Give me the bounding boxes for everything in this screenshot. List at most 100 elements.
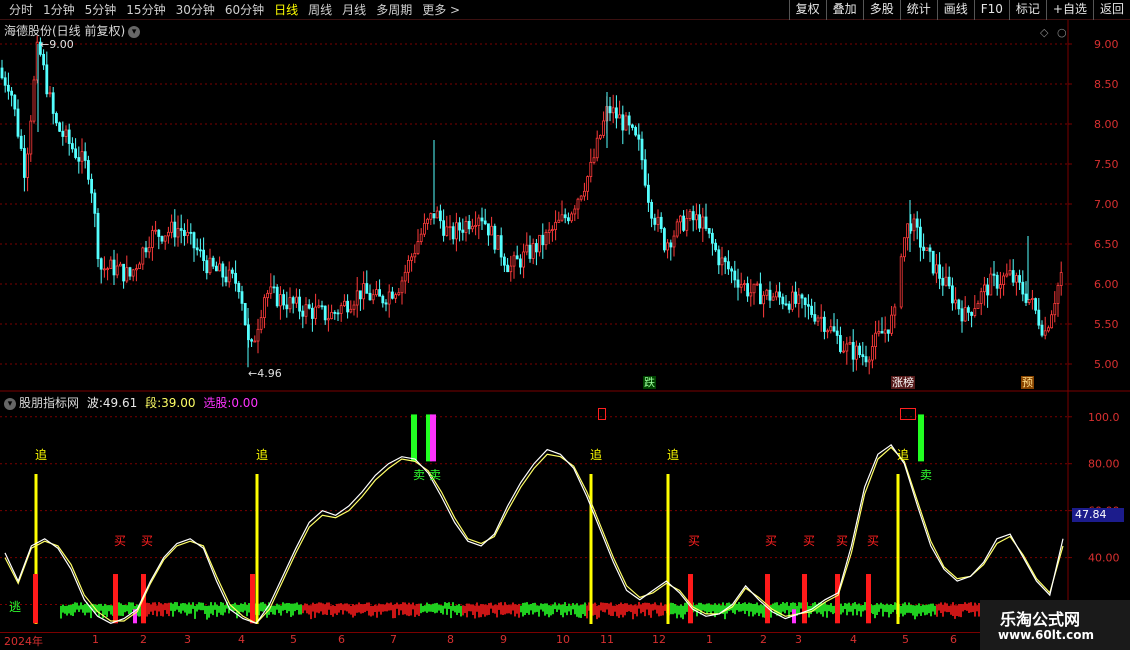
candle-body	[739, 284, 743, 288]
tag-forecast: 预	[1021, 376, 1034, 389]
circle-icon[interactable]: ○	[1057, 26, 1067, 40]
candle-body	[390, 291, 394, 299]
candle-body	[93, 192, 97, 214]
candle-body	[74, 148, 77, 158]
date-label: 2	[760, 633, 767, 646]
volume-band-bar	[392, 604, 394, 619]
volume-band-bar	[304, 603, 306, 611]
candle-body	[1018, 275, 1021, 283]
volume-band-bar	[124, 604, 126, 613]
volume-band-bar	[460, 605, 462, 617]
volume-band-bar	[798, 602, 800, 614]
volume-band-bar	[336, 603, 338, 616]
period-tab[interactable]: 分时	[4, 2, 38, 18]
candle-body	[643, 159, 647, 186]
indicator-title[interactable]: ▾ 股朋指标网 波:49.61 段:39.00 选股:0.00	[4, 394, 258, 411]
candle-body	[736, 279, 740, 288]
volume-band-bar	[390, 602, 392, 611]
candle-body	[461, 229, 465, 233]
candle-body	[915, 218, 919, 228]
period-tab[interactable]: 更多 >	[417, 2, 465, 18]
main-chart-title[interactable]: 海德股份(日线 前复权) ▾	[4, 22, 141, 39]
volume-band-bar	[744, 602, 746, 614]
top-toolbar: 分时 1分钟 5分钟 15分钟 30分钟 60分钟 日线 周线 月线 多周期 更多 > 复权 叠加 多股…	[0, 0, 1130, 20]
low-price-label: ←4.96	[248, 367, 282, 380]
diamond-icon[interactable]: ◇	[1040, 26, 1048, 40]
period-tab[interactable]: 1分钟	[38, 2, 80, 18]
volume-band-bar	[538, 605, 540, 617]
volume-band-bar	[682, 605, 684, 620]
volume-band-bar	[582, 604, 584, 615]
candle-body	[506, 264, 510, 273]
marker-box	[900, 408, 916, 420]
volume-band-bar	[504, 602, 506, 615]
volume-band-bar	[282, 602, 284, 611]
candle-body	[256, 328, 260, 342]
volume-band-bar	[184, 603, 186, 613]
volume-band-bar	[472, 604, 474, 616]
volume-band-bar	[914, 605, 916, 620]
candle-body	[784, 303, 788, 306]
volume-band-bar	[486, 605, 488, 616]
date-label: 8	[447, 633, 454, 646]
indicator-chart[interactable]: 100.080.0060.0040.0020.00	[0, 392, 1130, 632]
toolbar-button[interactable]: 标记	[1008, 0, 1046, 20]
buy-bar	[802, 574, 807, 624]
candle-body	[326, 318, 330, 321]
candle-body	[368, 292, 372, 301]
volume-band-bar	[176, 602, 178, 610]
candle-body	[874, 332, 877, 347]
volume-band-bar	[742, 603, 744, 611]
buy-bar	[866, 574, 871, 624]
period-tab[interactable]: 日线	[269, 2, 303, 18]
candle-body	[711, 232, 714, 244]
toolbar-button[interactable]: 画线	[936, 0, 974, 20]
period-tab[interactable]: 多周期	[371, 2, 417, 18]
candle-body	[192, 232, 196, 249]
volume-band-bar	[974, 602, 976, 617]
segment-label: 段:	[145, 396, 162, 410]
volume-band-bar	[624, 603, 626, 616]
price-tick-label: 6.50	[1094, 238, 1119, 251]
volume-band-bar	[84, 603, 86, 616]
volume-band-bar	[126, 605, 128, 612]
period-tab[interactable]: 5分钟	[80, 2, 122, 18]
period-tab[interactable]: 周线	[303, 2, 337, 18]
toolbar-button[interactable]: 返回	[1092, 0, 1130, 20]
candle-body	[477, 217, 481, 226]
kline-chart[interactable]: 9.00 8.50 8.00 7.50 7.00 6.50 6.00 5.50 5.00	[0, 20, 1130, 392]
toolbar-button[interactable]: +自选	[1045, 0, 1093, 20]
high-price-value: 9.00	[49, 38, 74, 51]
candle-body	[29, 120, 33, 155]
candle-body	[221, 263, 225, 278]
candle-body	[947, 276, 951, 287]
candle-body	[963, 307, 967, 322]
sell-bar	[430, 414, 436, 462]
toolbar-button[interactable]: 复权	[788, 0, 826, 20]
period-tab[interactable]: 15分钟	[121, 2, 170, 18]
toolbar-button[interactable]: F10	[973, 0, 1009, 20]
toolbar-button[interactable]: 叠加	[825, 0, 863, 20]
period-tab[interactable]: 月线	[337, 2, 371, 18]
candle-body	[608, 106, 612, 114]
chevron-down-icon[interactable]: ▾	[4, 397, 16, 410]
candle-body	[378, 289, 382, 297]
volume-band-bar	[600, 602, 602, 611]
candle-body	[275, 286, 279, 307]
volume-band-bar	[364, 603, 366, 613]
volume-band-bar	[470, 604, 472, 612]
toolbar-button[interactable]: 多股	[862, 0, 900, 20]
indicator-panel[interactable]: 100.080.0060.0040.0020.00 ▾股朋指标网 波:49.61…	[0, 392, 1130, 632]
candle-body	[259, 317, 263, 330]
toolbar-button[interactable]: 统计	[899, 0, 937, 20]
candle-body	[342, 300, 346, 307]
kline-panel[interactable]: 9.00 8.50 8.00 7.50 7.00 6.50 6.00 5.50 5.00 海德股…	[0, 20, 1130, 392]
chevron-down-icon[interactable]: ▾	[128, 25, 141, 38]
period-tab[interactable]: 60分钟	[220, 2, 269, 18]
candle-body	[61, 130, 65, 137]
candle-body	[103, 268, 106, 271]
volume-band-bar	[182, 602, 184, 611]
volume-band-bar	[616, 605, 618, 617]
volume-band-bar	[826, 604, 828, 618]
period-tab[interactable]: 30分钟	[171, 2, 220, 18]
